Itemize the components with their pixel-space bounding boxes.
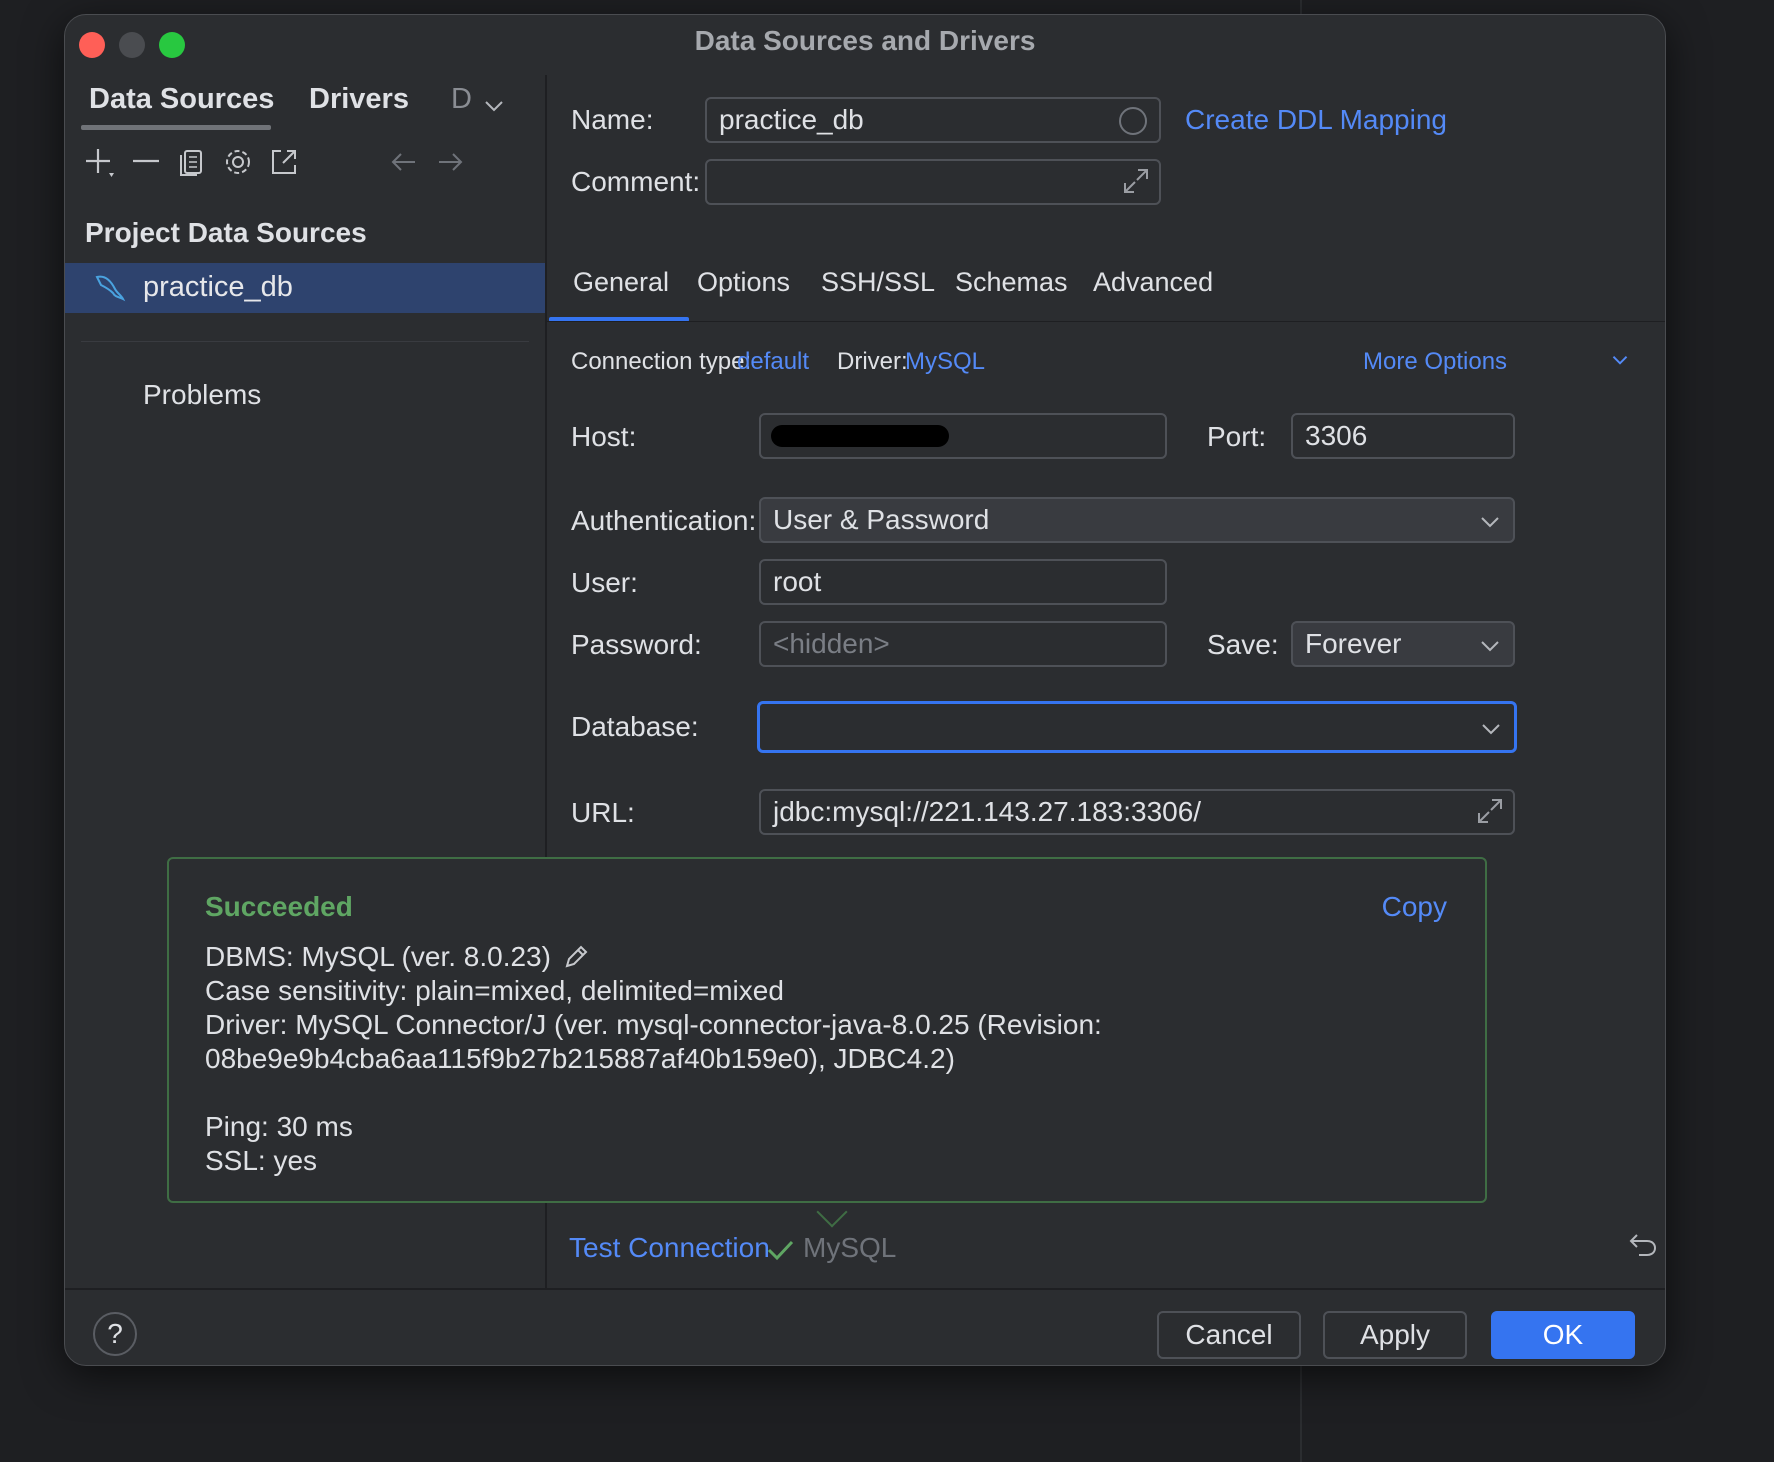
driver-label: Driver: [837, 348, 908, 375]
name-field[interactable]: practice_db [705, 97, 1161, 143]
tab-options[interactable]: Options [697, 267, 790, 298]
password-label: Password: [571, 629, 702, 660]
connection-type-label: Connection type: [571, 348, 752, 375]
name-label: Name: [571, 104, 654, 135]
back-arrow-icon[interactable] [387, 145, 421, 179]
popup-line-driver: Driver: MySQL Connector/J (ver. mysql-co… [205, 1009, 1102, 1040]
tab-data-sources[interactable]: Data Sources [89, 83, 274, 116]
forward-arrow-icon[interactable] [433, 145, 467, 179]
url-value: jdbc:mysql://221.143.27.183:3306/ [773, 796, 1202, 827]
test-connection-link[interactable]: Test Connection [569, 1232, 770, 1264]
tab-general[interactable]: General [573, 267, 669, 298]
url-field[interactable]: jdbc:mysql://221.143.27.183:3306/ [759, 789, 1515, 835]
authentication-select[interactable]: User & Password [759, 497, 1515, 543]
tree-item-practice-db[interactable]: practice_db [65, 263, 545, 313]
gear-icon[interactable] [221, 145, 255, 179]
save-label: Save: [1207, 629, 1279, 660]
chevron-down-icon [1481, 517, 1499, 528]
port-label: Port: [1207, 421, 1267, 452]
database-label: Database: [571, 711, 699, 742]
create-ddl-mapping-link[interactable]: Create DDL Mapping [1185, 104, 1447, 136]
more-options-link[interactable]: More Options [1363, 348, 1507, 376]
pencil-icon[interactable] [563, 944, 589, 970]
save-value: Forever [1305, 628, 1402, 659]
test-connection-driver: MySQL [803, 1232, 897, 1263]
port-field[interactable]: 3306 [1291, 413, 1515, 459]
problems-item[interactable]: Problems [143, 379, 261, 411]
save-select[interactable]: Forever [1291, 621, 1515, 667]
user-field[interactable]: root [759, 559, 1167, 605]
connection-result-popup: Succeeded Copy DBMS: MySQL (ver. 8.0.23)… [167, 857, 1487, 1203]
expand-icon[interactable] [1121, 166, 1151, 196]
popup-line-dbms: DBMS: MySQL (ver. 8.0.23) [205, 941, 589, 973]
popup-line-case: Case sensitivity: plain=mixed, delimited… [205, 975, 784, 1006]
driver-link[interactable]: MySQL [905, 348, 985, 376]
active-tab-indicator [81, 125, 271, 130]
chevron-down-icon[interactable] [1611, 351, 1629, 369]
checkmark-icon [767, 1240, 794, 1261]
tab-ssh-ssl[interactable]: SSH/SSL [821, 267, 935, 298]
popup-status: Succeeded [205, 891, 353, 922]
open-external-icon[interactable] [267, 145, 301, 179]
apply-button[interactable]: Apply [1323, 1311, 1467, 1359]
copy-link[interactable]: Copy [1382, 891, 1447, 923]
color-circle-icon[interactable] [1119, 107, 1147, 135]
popup-line-ssl: SSL: yes [205, 1145, 318, 1176]
database-select[interactable] [757, 701, 1517, 753]
left-panel-divider [81, 341, 529, 342]
user-label: User: [571, 567, 638, 598]
data-sources-dialog: Data Sources and Drivers Data Sources Dr… [64, 14, 1666, 1366]
url-label: URL: [571, 797, 635, 828]
name-value: practice_db [719, 104, 864, 135]
popup-line-text: DBMS: MySQL (ver. 8.0.23) [205, 941, 551, 972]
help-button[interactable]: ? [93, 1312, 137, 1356]
tree-item-label: practice_db [143, 271, 293, 303]
host-label: Host: [571, 421, 637, 452]
project-data-sources-heading: Project Data Sources [85, 217, 367, 248]
connection-type-link[interactable]: default [737, 348, 809, 376]
authentication-value: User & Password [773, 504, 990, 535]
remove-icon[interactable] [129, 145, 163, 179]
expand-icon[interactable] [1475, 796, 1505, 826]
password-field[interactable]: <hidden> [759, 621, 1167, 667]
tab-schemas[interactable]: Schemas [955, 267, 1068, 298]
window-title: Data Sources and Drivers [694, 25, 1036, 56]
tabs-divider [547, 321, 1665, 322]
popup-line-ping: Ping: 30 ms [205, 1111, 353, 1142]
chevron-down-icon [1482, 724, 1500, 735]
footer-divider [65, 1288, 1665, 1290]
add-icon[interactable] [83, 145, 117, 179]
tab-advanced[interactable]: Advanced [1093, 267, 1213, 298]
mysql-dolphin-icon [93, 271, 127, 305]
comment-field[interactable] [705, 159, 1161, 205]
duplicate-icon[interactable] [175, 145, 209, 179]
tab-drivers[interactable]: Drivers [309, 83, 409, 116]
tab-overflow[interactable]: D [451, 83, 472, 116]
revert-icon[interactable] [1627, 1229, 1659, 1261]
redacted-host-value [771, 425, 949, 447]
authentication-label: Authentication: [571, 505, 757, 536]
chevron-down-icon [1481, 641, 1499, 652]
comment-label: Comment: [571, 166, 701, 197]
ok-button[interactable]: OK [1491, 1311, 1635, 1359]
host-field[interactable] [759, 413, 1167, 459]
cancel-button[interactable]: Cancel [1157, 1311, 1301, 1359]
popup-line-revision: 08be9e9b4cba6aa115f9b27b215887af40b159e0… [205, 1043, 955, 1074]
chevron-down-icon[interactable] [483, 95, 505, 117]
